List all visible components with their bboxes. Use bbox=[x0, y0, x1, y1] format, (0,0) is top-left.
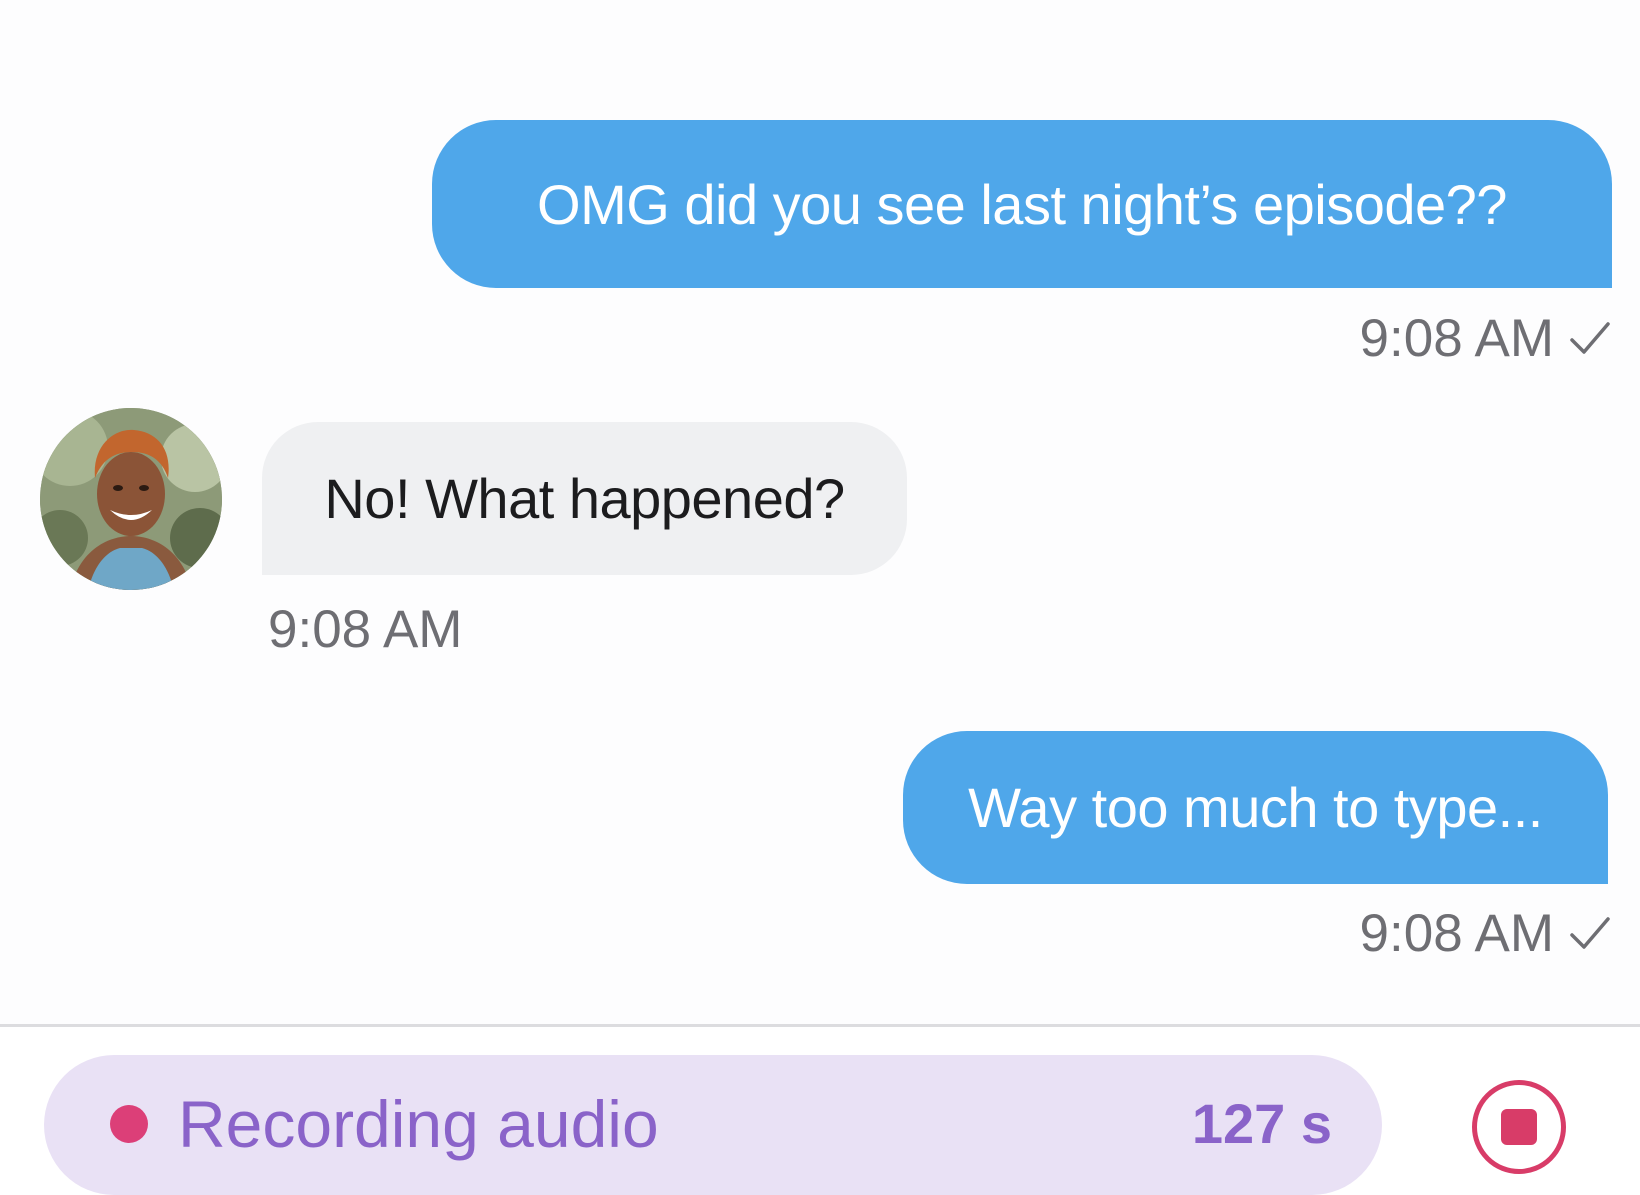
message-time: 9:08 AM bbox=[268, 599, 463, 659]
message-time: 9:08 AM bbox=[1359, 903, 1554, 963]
message-text: OMG did you see last night’s episode?? bbox=[537, 172, 1507, 236]
recording-dot-icon bbox=[110, 1105, 148, 1143]
stop-recording-button[interactable] bbox=[1472, 1080, 1566, 1174]
message-time: 9:08 AM bbox=[1359, 308, 1554, 368]
stop-icon bbox=[1501, 1109, 1537, 1145]
recording-timer: 127 s bbox=[1191, 1092, 1332, 1155]
recording-label: Recording audio bbox=[178, 1087, 659, 1161]
message-text: Way too much to type... bbox=[968, 776, 1543, 839]
outgoing-message-bubble[interactable]: OMG did you see last night’s episode?? bbox=[432, 120, 1612, 288]
message-meta: 9:08 AM bbox=[268, 594, 462, 664]
contact-avatar[interactable] bbox=[40, 408, 222, 590]
check-icon bbox=[1570, 917, 1610, 949]
outgoing-message-bubble[interactable]: Way too much to type... bbox=[903, 731, 1608, 884]
recording-indicator: Recording audio 127 s bbox=[44, 1055, 1382, 1195]
message-meta: 9:08 AM bbox=[1360, 303, 1612, 373]
composer-bar: Recording audio 127 s bbox=[0, 1027, 1640, 1195]
conversation-view: OMG did you see last night’s episode?? 9… bbox=[0, 0, 1640, 1024]
check-icon bbox=[1570, 322, 1610, 354]
message-meta: 9:08 AM bbox=[1360, 898, 1612, 968]
incoming-message-bubble[interactable]: No! What happened? bbox=[262, 422, 907, 575]
message-text: No! What happened? bbox=[324, 467, 845, 530]
